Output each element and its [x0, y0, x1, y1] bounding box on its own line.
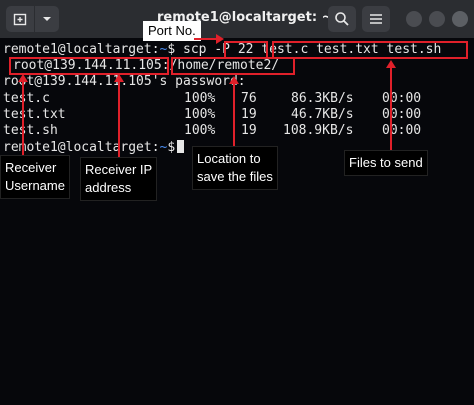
transfer-name: test.c: [3, 91, 50, 106]
files-highlight-box: [272, 41, 468, 59]
location-arrow-head: [229, 76, 239, 84]
files-connector: [390, 62, 392, 150]
menu-button[interactable]: [362, 6, 390, 32]
transfer-percent: 100%: [184, 91, 216, 106]
port-arrow-line: [194, 38, 218, 40]
location-label: Location to save the files: [192, 146, 278, 190]
username-connector: [22, 76, 24, 156]
receiver-ip-label: Receiver IP address: [80, 157, 158, 201]
receiver-username-label: Receiver Username: [0, 155, 70, 199]
maximize-button[interactable]: [429, 11, 445, 27]
new-tab-icon: [13, 13, 27, 26]
receiver-highlight-box: [9, 57, 169, 75]
transfer-name: test.sh: [3, 123, 58, 138]
files-to-send-label: Files to send: [344, 150, 428, 176]
transfer-time: 00:00: [382, 107, 422, 122]
transfer-time: 00:00: [382, 91, 422, 106]
username-arrow-head: [18, 74, 28, 82]
transfer-size: 76: [241, 91, 257, 106]
transfer-size: 19: [241, 123, 257, 138]
hamburger-menu-icon: [370, 14, 382, 24]
transfer-size: 19: [241, 107, 257, 122]
ip-connector: [118, 76, 120, 158]
tab-menu-button[interactable]: [35, 6, 59, 32]
search-icon: [335, 12, 349, 26]
search-button[interactable]: [328, 6, 356, 32]
port-arrow-head: [216, 34, 224, 44]
password-line: root@139.144.11.105's password:: [3, 74, 246, 89]
terminal-cursor: [177, 140, 185, 153]
prompt-sep: :: [151, 42, 160, 57]
location-highlight-box: [171, 57, 295, 75]
prompt-symbol: $: [167, 140, 176, 155]
location-connector: [233, 78, 235, 146]
port-no-label: Port No.: [143, 21, 201, 41]
minimize-button[interactable]: [406, 11, 422, 27]
title-bar: remote1@localtarget: ~: [0, 0, 474, 38]
prompt-symbol: $: [167, 42, 176, 57]
transfer-rate: 86.3KB/s: [291, 91, 354, 106]
terminal-window: remote1@localtarget: ~ remote1@localtarg…: [0, 0, 474, 405]
ip-arrow-head: [114, 74, 124, 82]
transfer-time: 00:00: [382, 123, 422, 138]
files-arrow-head: [386, 60, 396, 68]
prompt-user: remote1@localtarget: [3, 140, 152, 155]
new-tab-button[interactable]: [6, 6, 34, 32]
prompt-sep: :: [151, 140, 160, 155]
final-prompt-line: remote1@localtarget:~$: [3, 140, 185, 156]
prompt-user: remote1@localtarget: [3, 42, 152, 57]
transfer-percent: 100%: [184, 107, 216, 122]
transfer-percent: 100%: [184, 123, 216, 138]
transfer-rate: 46.7KB/s: [291, 107, 354, 122]
close-button[interactable]: [452, 11, 468, 27]
transfer-rate: 108.9KB/s: [283, 123, 354, 138]
command-prefix: scp: [183, 42, 215, 57]
transfer-name: test.txt: [3, 107, 66, 122]
chevron-down-icon: [43, 17, 51, 21]
